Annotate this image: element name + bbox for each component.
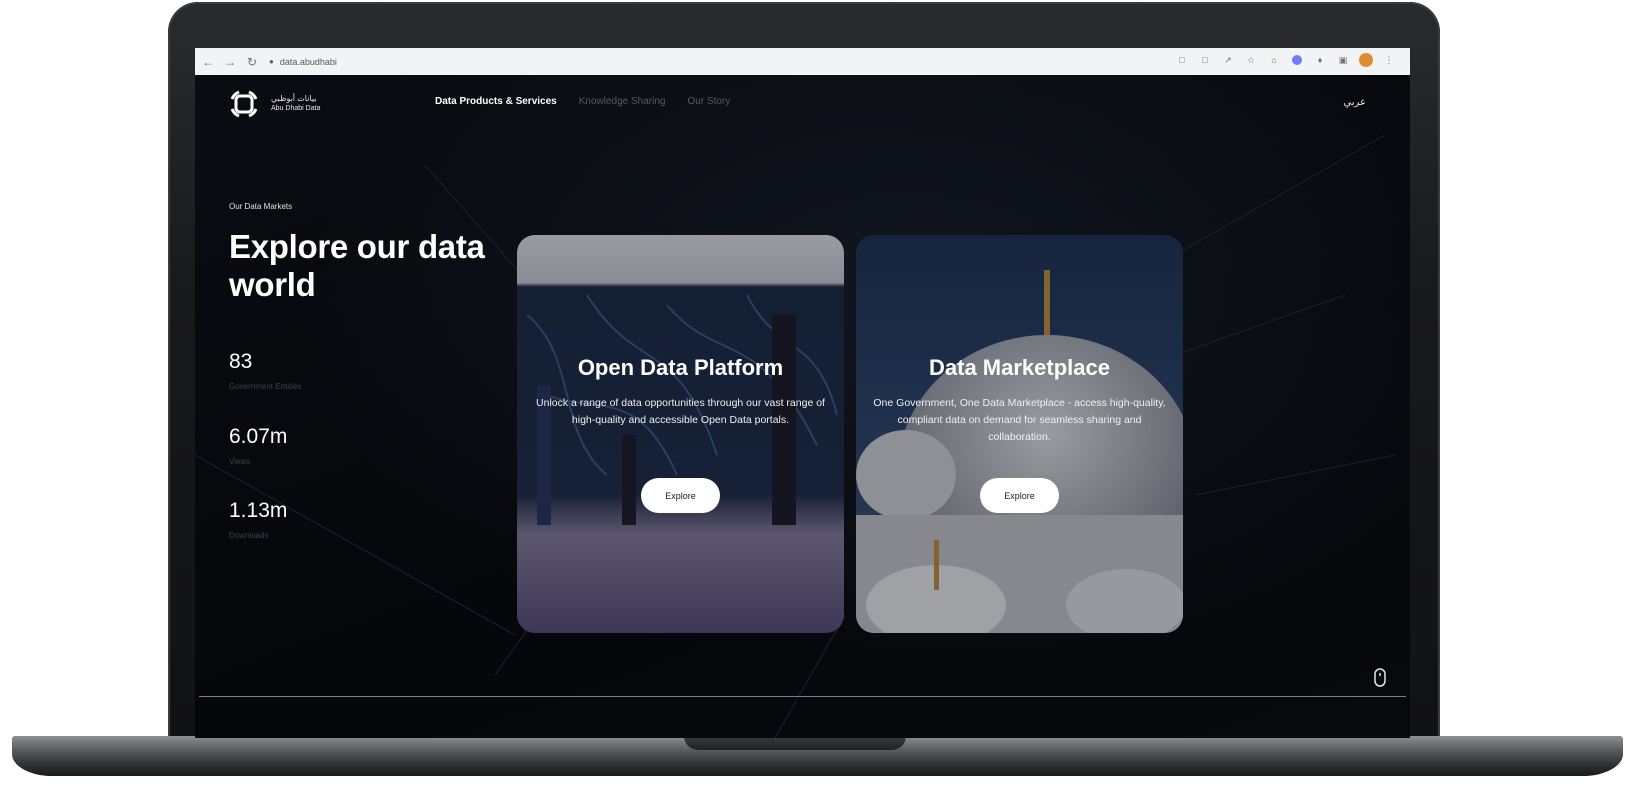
site-header: بيانات أبوظبي Abu Dhabi Data Data Produc…	[195, 75, 1410, 135]
section-divider	[199, 696, 1406, 697]
language-toggle[interactable]: عربي	[1343, 97, 1366, 108]
mouse-scroll-icon[interactable]	[1373, 668, 1387, 688]
explore-button[interactable]: Explore	[641, 478, 720, 513]
menu-kebab-icon[interactable]: ⋮	[1382, 53, 1396, 67]
card-description: One Government, One Data Marketplace - a…	[873, 397, 1166, 443]
logo-text: بيانات أبوظبي Abu Dhabi Data	[271, 94, 320, 114]
install-app-icon[interactable]: □	[1175, 53, 1189, 67]
explore-button[interactable]: Explore	[980, 478, 1059, 513]
web-page: بيانات أبوظبي Abu Dhabi Data Data Produc…	[195, 75, 1410, 738]
browser-extensions: □ □ ↗ ☆ ⌂ ♦ ▣ ⋮	[1175, 53, 1396, 67]
card-open-data-platform[interactable]: Open Data Platform Unlock a range of dat…	[517, 235, 844, 633]
stat-value: 1.13m	[229, 499, 288, 522]
stat-downloads: 1.13m Downloads	[229, 499, 287, 540]
card-background-image	[517, 235, 844, 633]
laptop-notch	[684, 736, 906, 750]
puzzle-icon[interactable]: ♦	[1313, 53, 1327, 67]
page-title: Explore our data world	[229, 228, 485, 303]
nav-our-story[interactable]: Our Story	[687, 96, 730, 107]
card-description: Unlock a range of data opportunities thr…	[536, 397, 825, 426]
site-logo[interactable]: بيانات أبوظبي Abu Dhabi Data	[227, 87, 320, 121]
profile-avatar[interactable]	[1359, 53, 1373, 67]
reload-icon[interactable]: ↻	[243, 53, 261, 71]
card-data-marketplace[interactable]: Data Marketplace One Government, One Dat…	[856, 235, 1183, 633]
card-title: Open Data Platform	[577, 355, 784, 380]
stat-label: Views	[229, 457, 251, 466]
stat-value: 83	[229, 350, 253, 373]
extension-blue-icon[interactable]	[1290, 53, 1304, 67]
main-nav: Data Products & Services Knowledge Shari…	[435, 96, 730, 107]
nav-data-products-services[interactable]: Data Products & Services	[435, 96, 557, 107]
stat-government-entities: 83 Government Entities	[229, 350, 301, 391]
logo-mark-icon	[230, 90, 258, 118]
stat-label: Downloads	[229, 531, 269, 540]
extension-icon[interactable]: ⌂	[1267, 53, 1281, 67]
bookmark-star-icon[interactable]: ☆	[1244, 53, 1258, 67]
translate-icon[interactable]: □	[1198, 53, 1212, 67]
browser-toolbar: ← → ↻ ● data.abudhabi □ □ ↗ ☆ ⌂ ♦ ▣ ⋮	[195, 48, 1410, 76]
address-bar[interactable]: ● data.abudhabi	[269, 51, 1129, 72]
sidepanel-icon[interactable]: ▣	[1336, 53, 1350, 67]
stat-label: Government Entities	[229, 382, 302, 391]
stat-value: 6.07m	[229, 425, 288, 448]
lock-icon[interactable]: ●	[269, 57, 274, 66]
section-eyebrow: Our Data Markets	[229, 202, 293, 211]
forward-arrow-icon[interactable]: →	[221, 53, 239, 71]
logo-english: Abu Dhabi Data	[271, 105, 321, 112]
url-text: data.abudhabi	[279, 56, 337, 67]
card-title: Data Marketplace	[929, 355, 1110, 380]
nav-knowledge-sharing[interactable]: Knowledge Sharing	[579, 96, 666, 107]
share-icon[interactable]: ↗	[1221, 53, 1235, 67]
laptop-screen: ← → ↻ ● data.abudhabi □ □ ↗ ☆ ⌂ ♦ ▣ ⋮ بي…	[195, 48, 1410, 738]
logo-arabic: بيانات أبوظبي	[271, 94, 317, 103]
back-arrow-icon[interactable]: ←	[199, 53, 217, 71]
stat-views: 6.07m Views	[229, 425, 287, 466]
